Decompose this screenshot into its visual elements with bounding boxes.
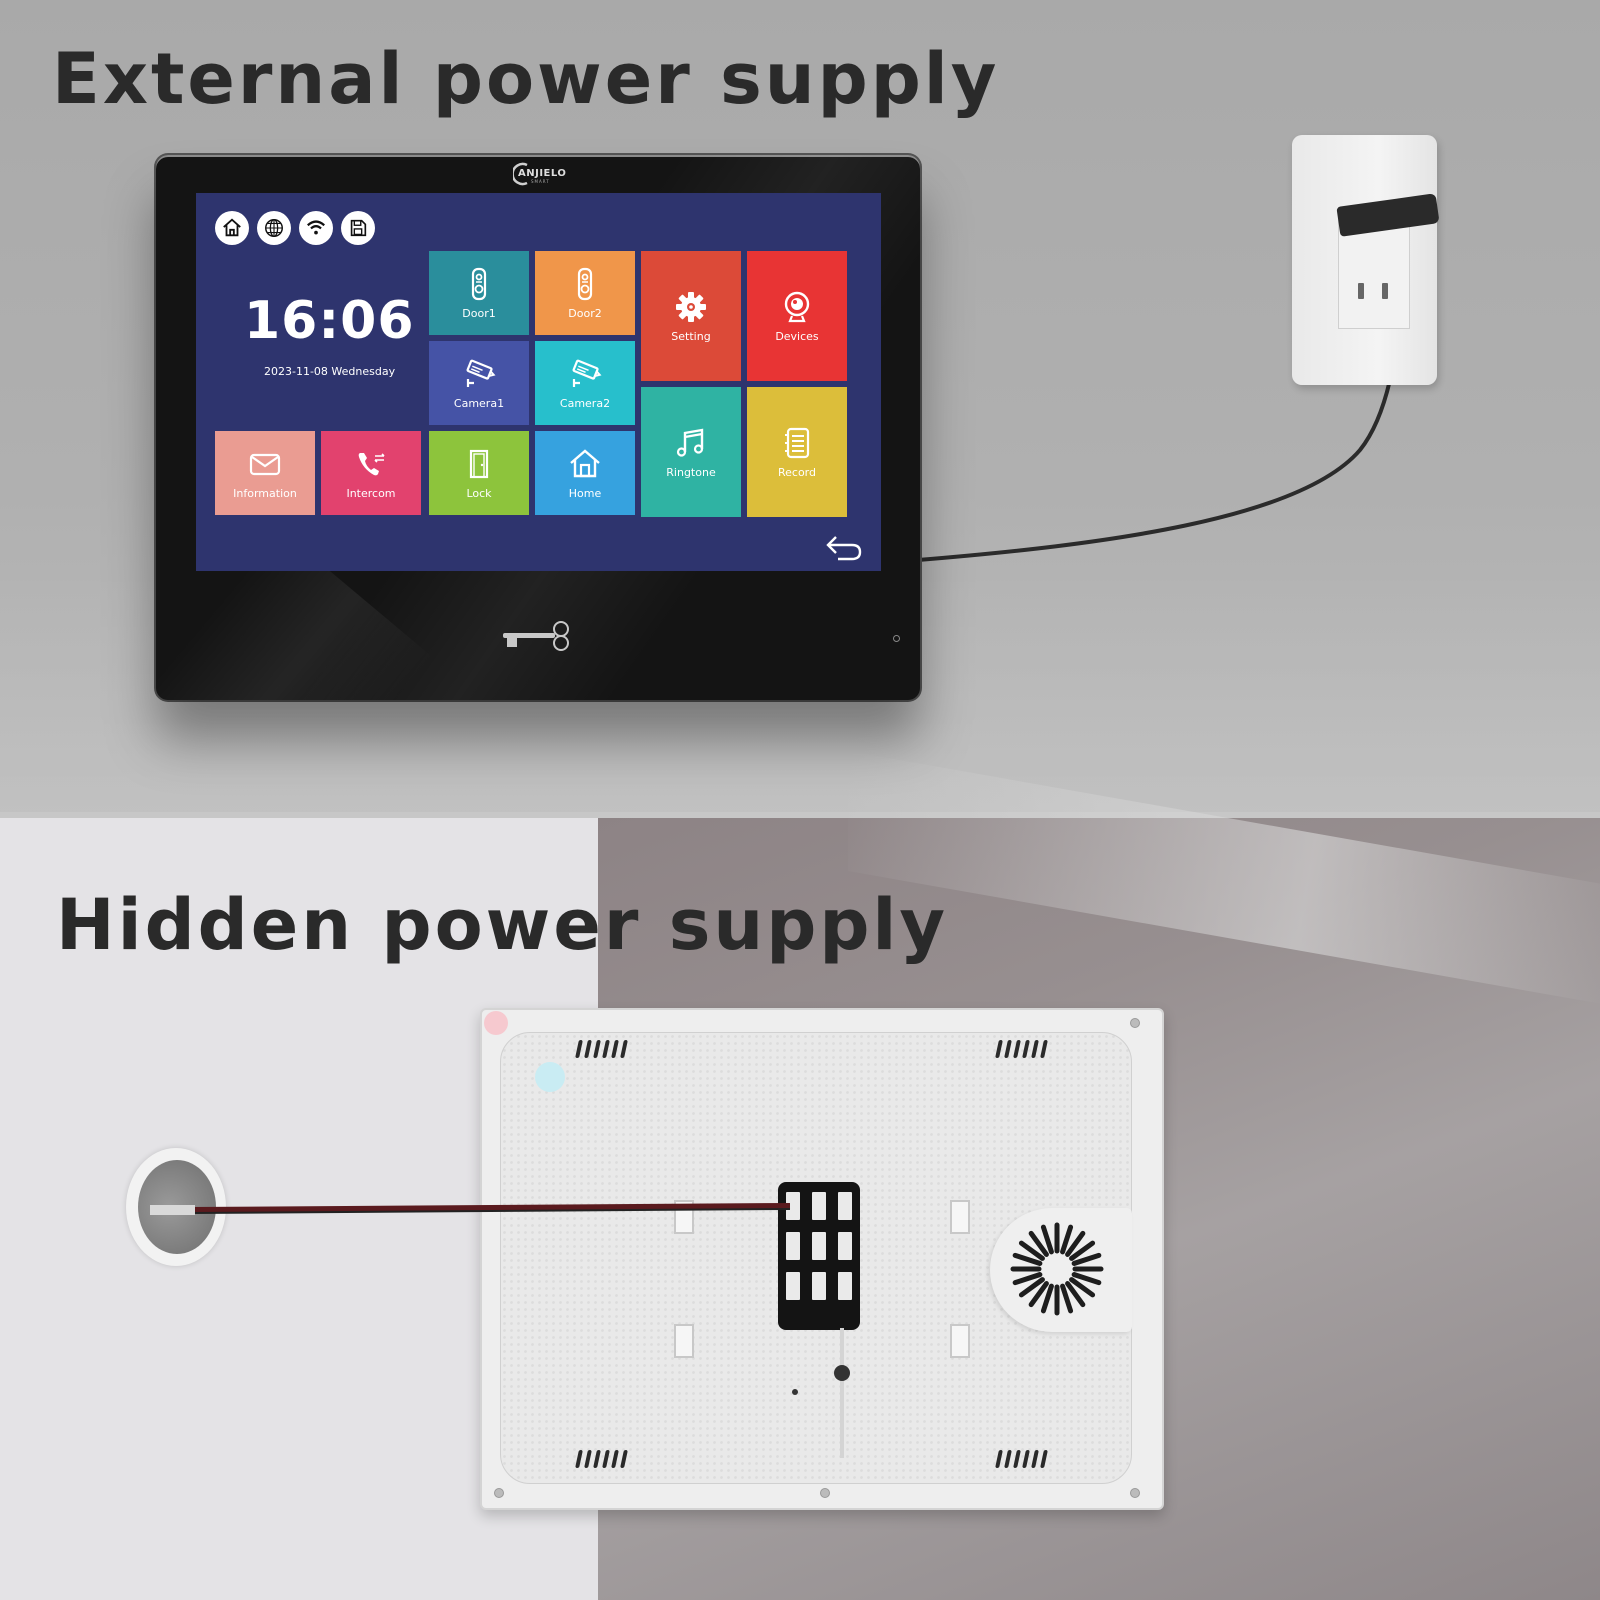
notebook-icon: [785, 427, 810, 458]
terminal-port: [812, 1272, 826, 1300]
heading-external-power: External power supply: [52, 38, 1000, 120]
tile-door1[interactable]: Door1: [429, 251, 529, 335]
brand-name: ANJIELO: [518, 168, 567, 179]
outlet-slot: [1382, 283, 1388, 299]
outlet-slot: [1358, 283, 1364, 299]
globe-icon[interactable]: [257, 211, 291, 245]
tile-label: Door2: [568, 306, 602, 320]
screw: [1130, 1488, 1140, 1498]
tile-door2[interactable]: Door2: [535, 251, 635, 335]
phone-transfer-icon: [358, 452, 385, 475]
tile-label: Devices: [775, 329, 819, 343]
clock-display: 16:06: [244, 291, 415, 351]
key-icon: [503, 621, 569, 651]
mounting-slot: [674, 1324, 694, 1358]
door-icon: [469, 449, 489, 478]
tile-label: Intercom: [346, 486, 396, 500]
terminal-port: [838, 1272, 852, 1300]
vent-grille: [575, 1040, 628, 1058]
tile-label: Lock: [466, 486, 492, 500]
vent-grille: [995, 1450, 1048, 1468]
wifi-icon[interactable]: [299, 211, 333, 245]
status-bar: [215, 211, 375, 245]
tile-label: Camera2: [559, 396, 611, 410]
touch-screen: 16:06 2023-11-08 Wednesday Door1 Door2 S…: [196, 193, 881, 571]
tile-label: Setting: [671, 329, 711, 343]
house-icon: [570, 448, 600, 477]
terminal-port: [812, 1232, 826, 1260]
vent-grille: [995, 1040, 1048, 1058]
save-icon[interactable]: [341, 211, 375, 245]
speaker-grille-icon: [1010, 1222, 1104, 1316]
wall-cable-hole: [126, 1148, 226, 1266]
terminal-port: [786, 1232, 800, 1260]
gear-icon: [676, 291, 706, 322]
tile-label: Camera1: [453, 396, 505, 410]
doorbell-icon: [577, 267, 593, 300]
mounting-slot: [674, 1200, 694, 1234]
intercom-monitor: ANJIELO SMART 16:06 2023-11-08 Wednesday…: [156, 155, 920, 700]
mounting-slot: [950, 1324, 970, 1358]
terminal-port: [786, 1272, 800, 1300]
terminal-port: [812, 1192, 826, 1220]
screw: [820, 1488, 830, 1498]
cctv-camera-icon: [466, 359, 496, 387]
brand-subtitle: SMART: [531, 179, 550, 184]
date-display: 2023-11-08 Wednesday: [264, 365, 396, 378]
light-sensor: [893, 635, 900, 642]
screw: [1130, 1018, 1140, 1028]
terminal-port: [838, 1192, 852, 1220]
tile-intercom[interactable]: Intercom: [321, 431, 421, 515]
tile-devices[interactable]: Devices: [747, 251, 847, 381]
tile-ringtone[interactable]: Ringtone: [641, 387, 741, 517]
wall-outlet: [1292, 135, 1437, 385]
webcam-icon: [784, 291, 810, 322]
tile-label: Door1: [462, 306, 496, 320]
warranty-sticker: [484, 1011, 508, 1035]
qc-sticker: [535, 1062, 565, 1092]
home-icon[interactable]: [215, 211, 249, 245]
tile-camera2[interactable]: Camera2: [535, 341, 635, 425]
tile-label: Ringtone: [666, 465, 716, 479]
tile-home[interactable]: Home: [535, 431, 635, 515]
tile-label: Home: [568, 486, 602, 500]
wiring-terminal-block: [778, 1182, 860, 1330]
terminal-port: [838, 1232, 852, 1260]
heading-hidden-power: Hidden power supply: [56, 884, 949, 966]
envelope-icon: [249, 453, 281, 475]
terminal-port: [786, 1192, 800, 1220]
tile-label: Record: [777, 465, 816, 479]
doorbell-icon: [471, 267, 487, 300]
tile-setting[interactable]: Setting: [641, 251, 741, 381]
back-arrow-icon[interactable]: [824, 531, 864, 565]
tile-label: Information: [233, 486, 297, 500]
tile-camera1[interactable]: Camera1: [429, 341, 529, 425]
tile-lock[interactable]: Lock: [429, 431, 529, 515]
mounting-slot: [950, 1200, 970, 1234]
screw: [494, 1488, 504, 1498]
wall-hole-cavity: [138, 1160, 216, 1254]
music-note-icon: [676, 428, 704, 457]
tile-record[interactable]: Record: [747, 387, 847, 517]
cctv-camera-icon: [572, 359, 602, 387]
tile-information[interactable]: Information: [215, 431, 315, 515]
vent-grille: [575, 1450, 628, 1468]
